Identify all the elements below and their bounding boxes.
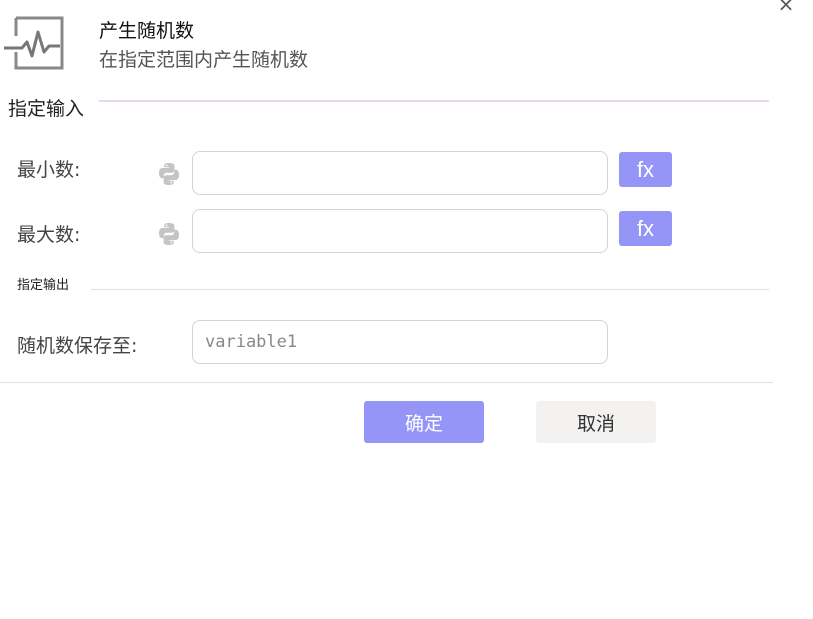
save-to-label: 随机数保存至:	[17, 335, 138, 357]
dialog-title: 产生随机数	[99, 20, 195, 42]
min-number-input[interactable]	[192, 151, 608, 195]
confirm-button[interactable]: 确定	[364, 401, 484, 443]
max-number-label: 最大数:	[17, 224, 81, 246]
input-section-divider	[99, 100, 769, 102]
python-icon[interactable]	[157, 162, 181, 186]
min-fx-button[interactable]: fx	[619, 152, 672, 187]
footer-divider	[0, 382, 773, 383]
dialog-subtitle: 在指定范围内产生随机数	[99, 49, 309, 71]
max-fx-button[interactable]: fx	[619, 211, 672, 246]
input-section-title: 指定输入	[8, 98, 85, 120]
output-section-title: 指定输出	[17, 278, 70, 293]
cancel-button[interactable]: 取消	[536, 401, 656, 443]
save-variable-input[interactable]	[192, 320, 608, 364]
max-number-input[interactable]	[192, 209, 608, 253]
min-number-label: 最小数:	[17, 159, 81, 181]
close-icon[interactable]: ×	[776, 0, 796, 14]
python-icon[interactable]	[157, 222, 181, 246]
pulse-icon	[4, 16, 66, 72]
output-section-divider	[91, 289, 769, 290]
